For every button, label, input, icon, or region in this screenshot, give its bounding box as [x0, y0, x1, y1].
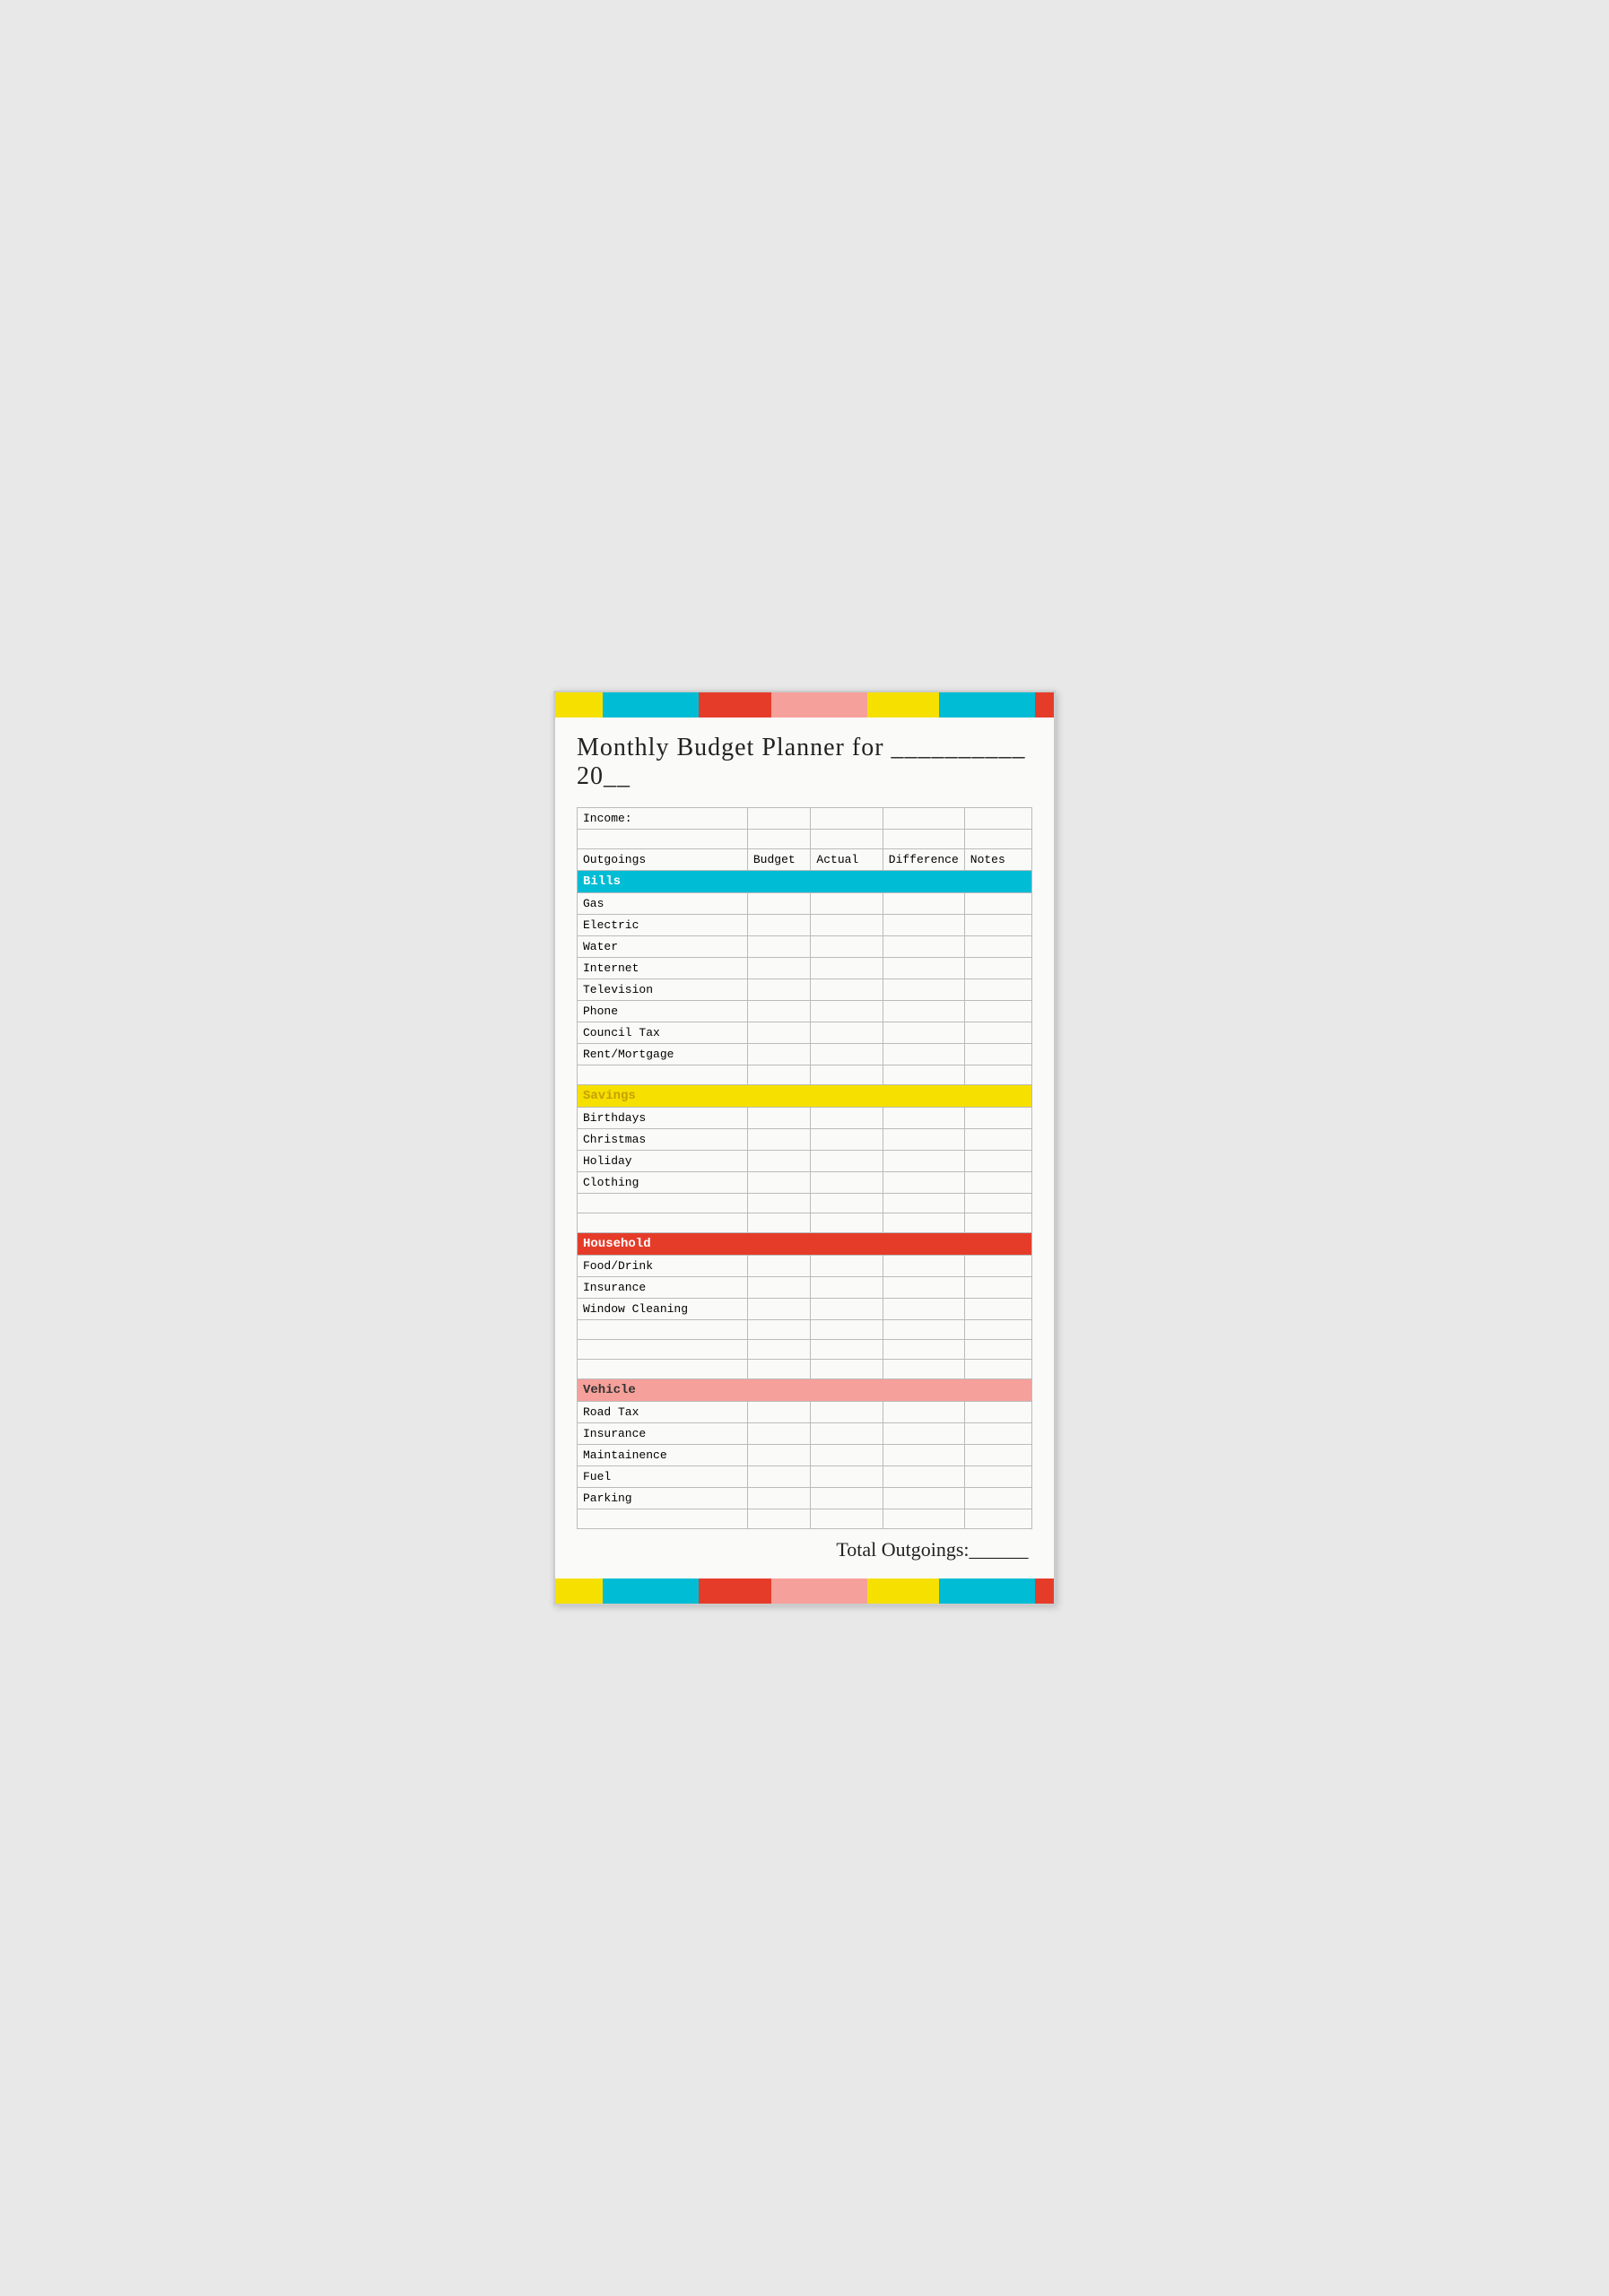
category-savings-header: Savings	[578, 1085, 1032, 1108]
item-council-tax: Council Tax	[578, 1022, 748, 1044]
color-block-yellow2-top	[867, 692, 939, 718]
item-birthdays: Birthdays	[578, 1108, 748, 1129]
item-food-drink: Food/Drink	[578, 1256, 748, 1277]
income-notes	[964, 808, 1031, 830]
color-block-cyan2-top	[939, 692, 1035, 718]
row-insurance-vehicle: Insurance	[578, 1423, 1032, 1445]
column-header-row: Outgoings Budget Actual Difference Notes	[578, 849, 1032, 871]
row-christmas: Christmas	[578, 1129, 1032, 1151]
color-block-red2-top	[1035, 692, 1054, 718]
color-block-red-top	[699, 692, 770, 718]
row-rent-mortgage: Rent/Mortgage	[578, 1044, 1032, 1065]
item-gas: Gas	[578, 893, 748, 915]
row-television: Television	[578, 979, 1032, 1001]
income-budget	[747, 808, 811, 830]
blank-row-6	[578, 1340, 1032, 1360]
income-row: Income:	[578, 808, 1032, 830]
bills-label: Bills	[578, 871, 1032, 893]
total-row: Total Outgoings:______	[578, 1529, 1032, 1565]
row-road-tax: Road Tax	[578, 1402, 1032, 1423]
row-internet: Internet	[578, 958, 1032, 979]
item-phone: Phone	[578, 1001, 748, 1022]
household-label: Household	[578, 1233, 1032, 1256]
color-block-cyan-bottom	[603, 1578, 699, 1604]
item-insurance-household: Insurance	[578, 1277, 748, 1299]
color-block-yellow2-bottom	[867, 1578, 939, 1604]
item-maintainence: Maintainence	[578, 1445, 748, 1466]
item-electric: Electric	[578, 915, 748, 936]
budget-table: Income: Outgoings Budget Actual Differen…	[577, 807, 1032, 1564]
row-insurance-household: Insurance	[578, 1277, 1032, 1299]
col-header-notes: Notes	[964, 849, 1031, 871]
item-fuel: Fuel	[578, 1466, 748, 1488]
item-rent-mortgage: Rent/Mortgage	[578, 1044, 748, 1065]
row-clothing: Clothing	[578, 1172, 1032, 1194]
row-fuel: Fuel	[578, 1466, 1032, 1488]
color-block-pink-bottom	[771, 1578, 867, 1604]
color-block-yellow-top	[555, 692, 603, 718]
row-electric: Electric	[578, 915, 1032, 936]
blank-row-7	[578, 1360, 1032, 1379]
total-outgoings-label: Total Outgoings:______	[836, 1538, 1028, 1561]
row-food-drink: Food/Drink	[578, 1256, 1032, 1277]
blank-row-1	[578, 830, 1032, 849]
col-header-budget: Budget	[747, 849, 811, 871]
color-block-pink-top	[771, 692, 867, 718]
row-window-cleaning: Window Cleaning	[578, 1299, 1032, 1320]
row-holiday: Holiday	[578, 1151, 1032, 1172]
color-block-yellow-bottom	[555, 1578, 603, 1604]
income-diff	[883, 808, 964, 830]
col-header-outgoings: Outgoings	[578, 849, 748, 871]
row-phone: Phone	[578, 1001, 1032, 1022]
category-household-header: Household	[578, 1233, 1032, 1256]
item-christmas: Christmas	[578, 1129, 748, 1151]
item-television: Television	[578, 979, 748, 1001]
item-road-tax: Road Tax	[578, 1402, 748, 1423]
item-water: Water	[578, 936, 748, 958]
item-window-cleaning: Window Cleaning	[578, 1299, 748, 1320]
col-header-actual: Actual	[811, 849, 883, 871]
item-parking: Parking	[578, 1488, 748, 1509]
col-header-difference: Difference	[883, 849, 964, 871]
color-block-cyan-top	[603, 692, 699, 718]
row-birthdays: Birthdays	[578, 1108, 1032, 1129]
row-water: Water	[578, 936, 1032, 958]
row-parking: Parking	[578, 1488, 1032, 1509]
blank-row-2	[578, 1065, 1032, 1085]
blank-row-4	[578, 1213, 1032, 1233]
income-actual	[811, 808, 883, 830]
item-clothing: Clothing	[578, 1172, 748, 1194]
color-block-red-bottom	[699, 1578, 770, 1604]
item-insurance-vehicle: Insurance	[578, 1423, 748, 1445]
blank-row-5	[578, 1320, 1032, 1340]
color-block-cyan2-bottom	[939, 1578, 1035, 1604]
row-council-tax: Council Tax	[578, 1022, 1032, 1044]
income-label: Income:	[578, 808, 748, 830]
item-internet: Internet	[578, 958, 748, 979]
savings-label: Savings	[578, 1085, 1032, 1108]
row-gas: Gas	[578, 893, 1032, 915]
row-maintainence: Maintainence	[578, 1445, 1032, 1466]
vehicle-label: Vehicle	[578, 1379, 1032, 1402]
content-area: Monthly Budget Planner for __________ 20…	[555, 718, 1054, 1578]
color-block-red2-bottom	[1035, 1578, 1054, 1604]
blank-row-8	[578, 1509, 1032, 1529]
color-bar-top	[555, 692, 1054, 718]
category-vehicle-header: Vehicle	[578, 1379, 1032, 1402]
page-title: Monthly Budget Planner for __________ 20…	[577, 734, 1032, 791]
color-bar-bottom	[555, 1578, 1054, 1604]
blank-row-3	[578, 1194, 1032, 1213]
category-bills-header: Bills	[578, 871, 1032, 893]
item-holiday: Holiday	[578, 1151, 748, 1172]
page: Monthly Budget Planner for __________ 20…	[553, 691, 1056, 1605]
